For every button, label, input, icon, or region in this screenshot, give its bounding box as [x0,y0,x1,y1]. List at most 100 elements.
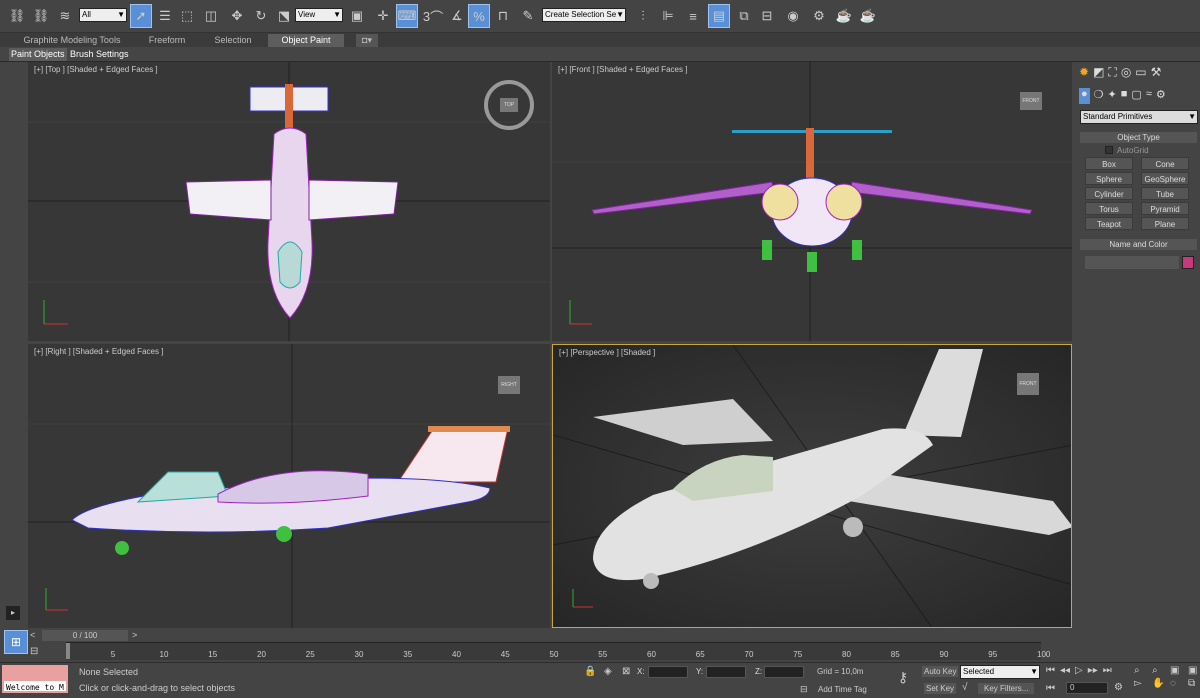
autogrid-checkbox[interactable]: AutoGrid [1105,145,1185,155]
geometry-icon[interactable]: ● [1079,88,1090,104]
z-coordinate-field[interactable] [764,666,804,678]
tab-selection[interactable]: Selection [208,34,258,47]
tab-freeform[interactable]: Freeform [142,34,192,47]
box-button[interactable]: Box [1085,157,1133,170]
angle-snap-icon[interactable]: ∡ [446,4,468,28]
viewport-right[interactable]: [+] [Right ] [Shaded + Edged Faces ] RIG… [28,344,550,628]
zoom-extents-all-icon[interactable]: ▣ [1188,665,1200,676]
field-of-view-icon[interactable]: ▻ [1134,678,1150,689]
viewport-label[interactable]: [+] [Top ] [Shaded + Edged Faces ] [34,65,158,74]
utilities-tab-icon[interactable]: ⚒ [1151,65,1162,83]
display-tab-icon[interactable]: ▭ [1135,65,1146,83]
modify-tab-icon[interactable]: ◩ [1093,65,1104,83]
brush-settings-button[interactable]: Brush Settings [68,48,131,61]
key-mode-toggle-icon[interactable]: ⏮ [1046,683,1055,694]
edit-named-selection-icon[interactable]: ✎ [517,4,539,28]
curve-editor-icon[interactable]: ⧉ [733,4,755,28]
viewcube-top[interactable]: TOP [484,80,534,130]
render-setup-icon[interactable]: ⚙ [808,4,830,28]
isolate-icon[interactable]: ◈ [604,666,612,677]
prev-frame-arrow[interactable]: < [30,630,40,641]
selection-filter-dropdown[interactable]: All ▼ [79,8,127,22]
rectangular-selection-icon[interactable]: ⬚ [176,4,198,28]
geosphere-button[interactable]: GeoSphere [1141,172,1189,185]
teapot-button[interactable]: Teapot [1085,217,1133,230]
select-and-move-icon[interactable]: ✥ [226,4,248,28]
time-configuration-icon[interactable]: ⚙ [1114,682,1123,693]
viewport-label[interactable]: [+] [Front ] [Shaded + Edged Faces ] [558,65,687,74]
window-crossing-icon[interactable]: ◫ [200,4,222,28]
mini-curve-editor-icon[interactable]: ⊟ [30,646,50,660]
viewport-label[interactable]: [+] [Perspective ] [Shaded ] [559,348,655,357]
lights-icon[interactable]: ✦ [1108,88,1117,104]
add-time-tag[interactable]: Add Time Tag [818,685,867,694]
lock-icon[interactable]: 🔒 [584,666,596,677]
percent-snap-icon[interactable]: % [468,4,490,28]
named-selection-set-dropdown[interactable]: Create Selection Se ▼ [542,8,626,22]
systems-icon[interactable]: ⚙ [1156,88,1166,104]
tube-button[interactable]: Tube [1141,187,1189,200]
tab-object-paint[interactable]: Object Paint [268,34,344,47]
orbit-icon[interactable]: ◌ [1170,678,1186,689]
maxscript-mini-listener[interactable] [2,665,68,679]
cylinder-button[interactable]: Cylinder [1085,187,1133,200]
viewcube-perspective[interactable]: FRONT [1017,373,1039,395]
go-to-end-icon[interactable]: ⏭ [1103,665,1112,676]
current-frame-field[interactable]: 0 [1066,682,1108,694]
absolute-mode-icon[interactable]: ⊠ [622,666,630,677]
schematic-view-icon[interactable]: ⊟ [756,4,778,28]
auto-key-button[interactable]: Auto Key [922,666,959,677]
motion-tab-icon[interactable]: ◎ [1121,65,1131,83]
select-and-rotate-icon[interactable]: ↻ [250,4,272,28]
unlink-icon[interactable]: ⛓ [30,4,52,28]
viewcube-front[interactable]: FRONT [1020,92,1042,110]
spinner-snap-icon[interactable]: ⊓ [492,4,514,28]
render-production-icon[interactable]: ☕ [857,4,879,28]
keyboard-shortcut-override-icon[interactable]: ⌨ [396,4,418,28]
viewport-front[interactable]: [+] [Front ] [Shaded + Edged Faces ] FRO… [552,62,1072,341]
select-and-link-icon[interactable]: ⛓ [6,4,28,28]
time-tag-icon[interactable]: ⊟ [800,684,808,695]
viewport-label[interactable]: [+] [Right ] [Shaded + Edged Faces ] [34,347,163,356]
hierarchy-tab-icon[interactable]: ⛶ [1108,65,1116,83]
align-icon[interactable]: ⊫ [657,4,679,28]
pan-icon[interactable]: ✋ [1152,678,1168,689]
graphite-toggle-icon[interactable]: ▤ [708,4,730,28]
set-key-icon[interactable]: ⚷ [890,669,916,691]
name-color-rollout-header[interactable]: Name and Color [1080,239,1197,250]
cameras-icon[interactable]: ■ [1121,88,1128,104]
set-key-button[interactable]: Set Key [924,683,957,694]
maxscript-listener[interactable]: Welcome to M [2,679,68,693]
key-filters-button[interactable]: Key Filters... [978,683,1035,694]
cone-button[interactable]: Cone [1141,157,1189,170]
select-object-button[interactable]: ➚ [130,4,152,28]
select-and-manipulate-icon[interactable]: ✛ [372,4,394,28]
next-frame-icon[interactable]: ▸▸ [1088,665,1098,676]
material-editor-icon[interactable]: ◉ [782,4,804,28]
next-frame-arrow[interactable]: > [132,630,142,641]
y-coordinate-field[interactable] [706,666,746,678]
viewport-perspective[interactable]: [+] [Perspective ] [Shaded ] FRONT [552,344,1072,628]
go-to-start-icon[interactable]: ⏮ [1046,665,1055,676]
snaps-toggle-icon[interactable]: 3 ⌒ [422,4,444,28]
primitive-category-dropdown[interactable]: Standard Primitives ▼ [1080,110,1198,124]
previous-frame-icon[interactable]: ◂◂ [1060,665,1070,676]
paint-objects-button[interactable]: Paint Objects [9,48,67,61]
object-color-swatch[interactable] [1182,256,1194,269]
space-warps-icon[interactable]: ≈ [1146,88,1152,104]
helpers-icon[interactable]: ▢ [1131,88,1141,104]
sphere-button[interactable]: Sphere [1085,172,1133,185]
layer-manager-icon[interactable]: ≡ [682,4,704,28]
zoom-extents-icon[interactable]: ▣ [1170,665,1186,676]
rendered-frame-window-icon[interactable]: ☕ [833,4,855,28]
expand-panel-icon[interactable]: ▸ [6,606,20,620]
viewport-layout-icon[interactable]: ⊞ [4,630,28,654]
key-mode-dropdown[interactable]: Selected ▼ [960,665,1040,679]
select-and-scale-icon[interactable]: ⬔ [273,4,295,28]
viewport-top[interactable]: [+] [Top ] [Shaded + Edged Faces ] TOP [28,62,550,341]
plane-button[interactable]: Plane [1141,217,1189,230]
zoom-all-icon[interactable]: ⌕ [1152,665,1168,676]
pivot-center-icon[interactable]: ▣ [346,4,368,28]
torus-button[interactable]: Torus [1085,202,1133,215]
create-tab-icon[interactable]: ✹ [1079,65,1089,83]
